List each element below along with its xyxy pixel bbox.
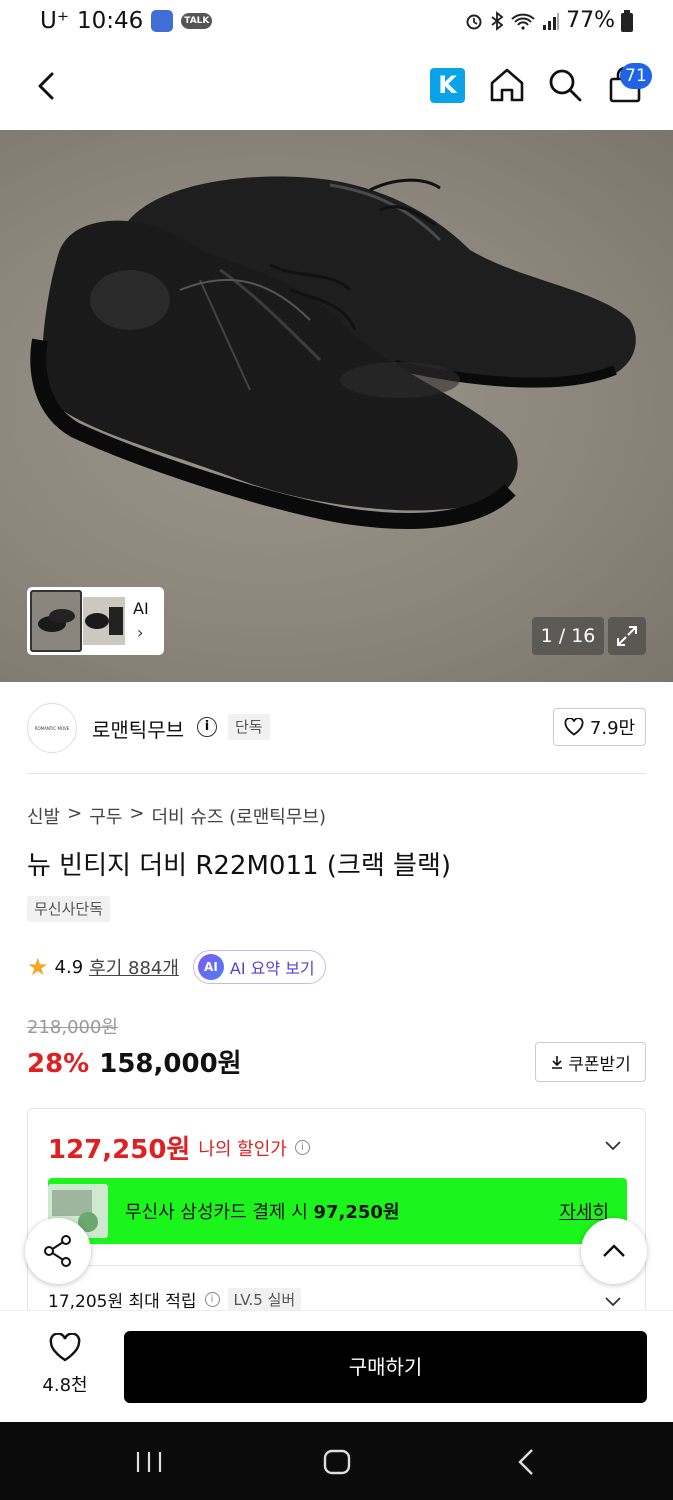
ai-badge-icon: AI [197, 954, 224, 980]
musinsa-exclusive-tag: 무신사단독 [27, 896, 111, 922]
points-row[interactable]: 17,205원 최대 적립 i LV.5 실버 [48, 1287, 302, 1312]
search-icon[interactable] [546, 66, 584, 104]
thumbnail-selected[interactable] [30, 590, 82, 652]
status-bar: U⁺ 10:46 TALK 77% [0, 0, 673, 46]
breadcrumb-item[interactable]: 더비 슈즈 (로맨틱무브) [151, 803, 326, 829]
wish-button[interactable]: 4.8천 [30, 1332, 100, 1397]
cart-count-badge: 71 [620, 63, 652, 89]
home-icon[interactable] [488, 66, 526, 104]
bottom-action-bar: 4.8천 구매하기 [0, 1310, 673, 1422]
top-nav: K 71 [0, 46, 673, 130]
battery-level: 77% [566, 8, 615, 33]
download-icon [552, 1056, 563, 1069]
chevron-down-icon[interactable] [603, 1291, 623, 1311]
shield-icon [151, 10, 174, 32]
heart-icon [49, 1332, 81, 1362]
kakao-k-logo[interactable]: K [430, 68, 465, 103]
breadcrumb-item[interactable]: 구두 [89, 803, 122, 829]
card-promo-label: 무신사 삼성카드 결제 시 [125, 1202, 308, 1223]
battery-icon [621, 9, 633, 32]
wish-count: 4.8천 [42, 1375, 88, 1396]
my-discount-label: 나의 할인가 [198, 1138, 287, 1160]
price-row: 28% 158,000원 [27, 1043, 242, 1080]
info-icon[interactable]: i [294, 1140, 310, 1155]
brand-like-button[interactable]: 7.9만 [553, 708, 646, 746]
recent-apps-icon[interactable] [134, 1450, 164, 1474]
product-title: 뉴 빈티지 더비 R22M011 (크랙 블랙) [27, 851, 452, 881]
product-image[interactable]: AI › 1 / 16 [0, 130, 673, 682]
image-thumbnail-strip[interactable]: AI › [27, 587, 164, 655]
review-count-link[interactable]: 후기 884개 [89, 954, 179, 980]
brand-logo[interactable]: ROMANTIC MOVE [27, 703, 77, 753]
brand-name[interactable]: 로맨틱무브 [92, 714, 184, 743]
thumbnail-shoes-image-2 [85, 607, 123, 635]
system-navigation-bar [0, 1422, 673, 1500]
rating-value: 4.9 [54, 956, 84, 978]
alarm-icon [466, 14, 482, 29]
chevron-down-icon[interactable] [603, 1135, 623, 1155]
status-right: 77% [464, 8, 633, 33]
share-button[interactable] [25, 1218, 91, 1284]
info-icon[interactable]: i [204, 1292, 220, 1307]
signal-icon [543, 12, 560, 30]
discount-card: 127,250원 나의 할인가 i 무신사 삼성카드 결제 시 97,250원 … [27, 1108, 646, 1338]
coupon-button[interactable]: 쿠폰받기 [535, 1042, 646, 1082]
original-price: 218,000원 [27, 1017, 118, 1038]
chevron-up-icon [603, 1244, 625, 1257]
talk-icon: TALK [181, 13, 213, 29]
wifi-icon [511, 13, 535, 30]
my-discount-price: 127,250원 [48, 1135, 191, 1165]
discount-rate: 28% [27, 1049, 90, 1079]
home-button-icon[interactable] [322, 1448, 352, 1476]
chevron-right-icon[interactable]: › [137, 623, 143, 642]
breadcrumb: 신발 > 구두 > 더비 슈즈 (로맨틱무브) [27, 803, 326, 829]
info-icon[interactable]: i [197, 717, 217, 737]
back-arrow-icon[interactable] [30, 68, 66, 104]
ai-summary-label: AI 요약 보기 [229, 959, 315, 978]
buy-button[interactable]: 구매하기 [124, 1331, 647, 1403]
status-time: 10:46 [76, 8, 144, 34]
points-text: 17,205원 최대 적립 [48, 1292, 197, 1312]
sale-price: 158,000원 [99, 1049, 242, 1079]
divider [48, 1265, 627, 1266]
share-icon [44, 1235, 71, 1267]
brand-like-count: 7.9만 [589, 718, 636, 739]
rating-row: ★ 4.9 후기 884개 AI AI 요약 보기 [27, 950, 326, 984]
status-left: U⁺ 10:46 TALK [40, 8, 213, 34]
my-price-row[interactable]: 127,250원 나의 할인가 i [48, 1129, 310, 1166]
expand-icon [617, 626, 637, 646]
coupon-label: 쿠폰받기 [568, 1054, 631, 1075]
card-promo-price: 97,250원 [313, 1202, 400, 1223]
thumbnail-next[interactable] [83, 597, 125, 645]
system-back-icon[interactable] [514, 1446, 538, 1478]
member-level-tag: LV.5 실버 [227, 1287, 302, 1312]
expand-button[interactable] [608, 617, 646, 655]
carrier-label: U⁺ [40, 8, 69, 34]
heart-icon [564, 718, 584, 736]
breadcrumb-separator: > [67, 803, 83, 824]
thumbnail-ai-label[interactable]: AI [133, 599, 149, 618]
divider [27, 773, 646, 774]
image-counter: 1 / 16 [532, 617, 604, 655]
card-promo-banner[interactable]: 무신사 삼성카드 결제 시 97,250원 자세히 [48, 1178, 627, 1244]
star-icon: ★ [27, 953, 49, 981]
card-promo-text: 무신사 삼성카드 결제 시 97,250원 [125, 1198, 400, 1224]
thumbnail-shoes-image [38, 609, 75, 632]
scroll-top-button[interactable] [581, 1218, 647, 1284]
exclusive-tag: 단독 [228, 714, 270, 740]
ai-summary-button[interactable]: AI AI 요약 보기 [192, 950, 326, 984]
breadcrumb-separator: > [129, 803, 145, 824]
breadcrumb-item[interactable]: 신발 [27, 803, 60, 829]
bluetooth-icon [491, 10, 504, 31]
